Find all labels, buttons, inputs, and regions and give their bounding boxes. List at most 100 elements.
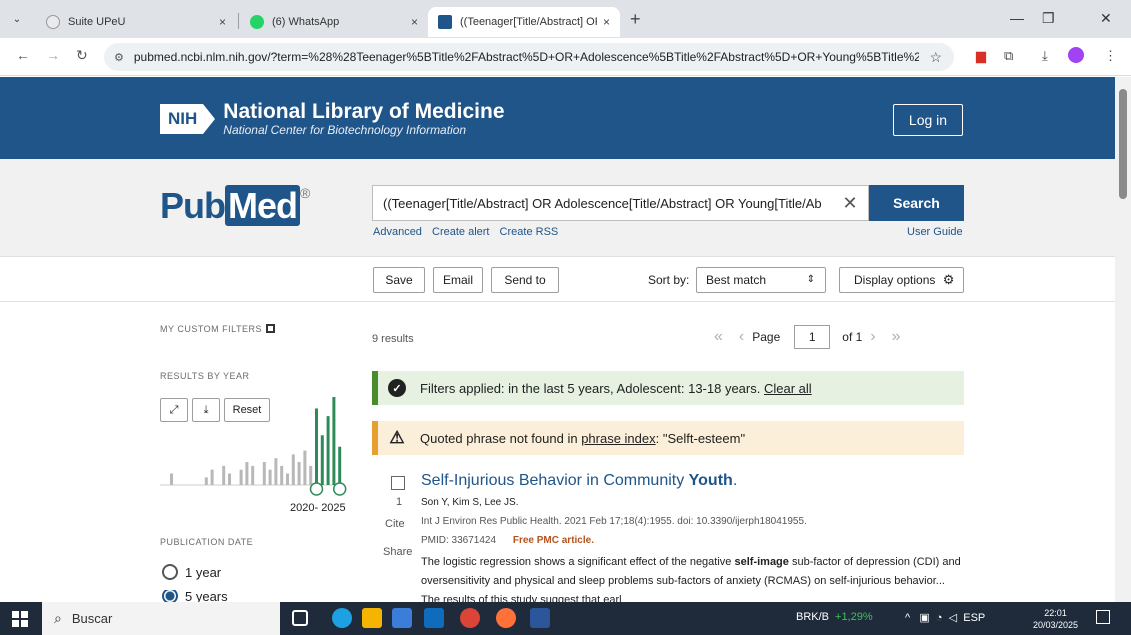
close-icon[interactable]: ×	[411, 15, 418, 29]
chrome-icon[interactable]	[460, 608, 480, 628]
network-icon[interactable]: ◔	[936, 612, 943, 624]
tab-search-icon[interactable]: ⌄	[8, 11, 26, 29]
histogram-bar[interactable]	[286, 473, 289, 485]
user-guide-link[interactable]: User Guide	[907, 226, 963, 238]
clock[interactable]: 22:01 20/03/2025	[1033, 607, 1078, 631]
histogram-bar[interactable]	[245, 462, 249, 485]
minimize-icon[interactable]: —	[1010, 10, 1024, 26]
page-number-input[interactable]: 1	[794, 325, 831, 349]
histogram-bar[interactable]	[262, 462, 266, 485]
histogram-bar[interactable]	[320, 435, 324, 485]
tab-pubmed[interactable]: ((Teenager[Title/Abstract] OR A ×	[428, 7, 620, 37]
word-icon[interactable]	[530, 608, 550, 628]
forward-icon[interactable]: →	[46, 47, 60, 63]
histogram-bar[interactable]	[280, 465, 284, 485]
login-button[interactable]: Log in	[893, 104, 963, 136]
send-to-button[interactable]: Send to	[491, 267, 559, 293]
notification-icon[interactable]	[1096, 610, 1110, 624]
year-range-handle[interactable]	[309, 482, 324, 496]
outlook-icon[interactable]	[424, 608, 444, 628]
histogram-bar[interactable]	[315, 408, 318, 485]
download-icon[interactable]: ⤓	[1042, 48, 1048, 64]
input-language[interactable]: ESP	[963, 612, 985, 624]
back-icon[interactable]: ←	[16, 47, 30, 63]
previous-page-icon[interactable]: ‹	[739, 328, 744, 346]
first-page-icon[interactable]: «	[714, 328, 723, 346]
create-alert-link[interactable]: Create alert	[432, 226, 489, 238]
browser-menu-icon[interactable]: ⋮	[1104, 48, 1117, 64]
site-settings-icon[interactable]: ⚙	[114, 51, 124, 64]
save-button[interactable]: Save	[373, 267, 425, 293]
clear-search-icon[interactable]: ✕	[832, 193, 868, 214]
email-button[interactable]: Email	[433, 267, 483, 293]
address-bar[interactable]: ⚙ pubmed.ncbi.nlm.nih.gov/?term=%28%28Te…	[104, 43, 954, 71]
histogram-bar[interactable]	[239, 469, 243, 485]
histogram-bar[interactable]	[326, 416, 330, 485]
histogram-bar[interactable]	[228, 473, 231, 485]
restore-icon[interactable]: ❐	[1042, 10, 1055, 27]
volume-icon[interactable]: ◁	[949, 612, 957, 624]
radio-button-selected[interactable]	[162, 590, 178, 602]
windows-start-icon[interactable]	[12, 611, 28, 627]
page-scrollbar[interactable]	[1115, 77, 1131, 602]
histogram-bar[interactable]	[291, 454, 295, 485]
histogram-bar[interactable]	[222, 465, 226, 485]
scrollbar-thumb[interactable]	[1119, 89, 1127, 199]
histogram-bar[interactable]	[338, 446, 342, 485]
store-icon[interactable]	[392, 608, 412, 628]
my-custom-filters[interactable]: MY CUSTOM FILTERS	[160, 324, 276, 334]
new-tab-button[interactable]: +	[630, 9, 641, 30]
histogram-bar[interactable]	[309, 465, 313, 485]
next-page-icon[interactable]: ›	[870, 328, 875, 346]
date-option-5-years[interactable]: 5 years	[162, 590, 228, 602]
histogram-bar[interactable]	[204, 477, 208, 485]
display-options-button[interactable]: Display options ⚙	[839, 267, 964, 293]
histogram-bar[interactable]	[210, 469, 214, 485]
result-checkbox[interactable]	[391, 476, 405, 490]
reload-icon[interactable]: ↻	[76, 47, 88, 64]
cite-button[interactable]: Cite	[385, 518, 405, 530]
phrase-index-link[interactable]: phrase index	[581, 431, 655, 446]
task-view-icon[interactable]	[292, 610, 308, 626]
nih-logo[interactable]: NIH National Library of Medicine Nationa…	[160, 101, 505, 137]
histogram-bar[interactable]	[332, 397, 336, 485]
date-option-1-year[interactable]: 1 year	[162, 564, 221, 580]
url-text[interactable]: pubmed.ncbi.nlm.nih.gov/?term=%28%28Teen…	[134, 50, 920, 64]
histogram-bar[interactable]	[303, 450, 307, 485]
histogram-bar[interactable]	[170, 473, 173, 485]
tab-suite-upeu[interactable]: Suite UPeU ×	[36, 7, 236, 37]
histogram-bar[interactable]	[274, 458, 278, 485]
histogram-bar[interactable]	[251, 465, 255, 485]
profile-avatar[interactable]	[1068, 47, 1084, 63]
tray-chevron-icon[interactable]: ^	[905, 612, 910, 624]
firefox-icon[interactable]	[496, 608, 516, 628]
sort-select[interactable]: Best match ⇕	[696, 267, 826, 293]
clear-all-link[interactable]: Clear all	[764, 381, 812, 396]
result-title-link[interactable]: Self-Injurious Behavior in Community You…	[421, 472, 737, 490]
extensions-puzzle-icon[interactable]: ⧉	[1004, 48, 1013, 64]
stock-ticker[interactable]: BRK/B +1,29%	[796, 611, 873, 623]
advanced-link[interactable]: Advanced	[373, 226, 422, 238]
search-input[interactable]: ((Teenager[Title/Abstract] OR Adolescenc…	[372, 185, 869, 221]
bookmark-star-icon[interactable]: ☆	[929, 49, 942, 66]
tray-app-icon[interactable]: ▣	[919, 612, 929, 624]
file-explorer-icon[interactable]	[362, 608, 382, 628]
create-rss-link[interactable]: Create RSS	[500, 226, 559, 238]
search-button[interactable]: Search	[869, 185, 964, 221]
pubmed-logo[interactable]: PubMed ®	[160, 185, 310, 227]
share-button[interactable]: Share	[383, 546, 412, 558]
system-tray[interactable]: ^ ▣ ◔ ◁ ESP	[905, 611, 985, 624]
window-close-icon[interactable]: ✕	[1100, 10, 1112, 27]
tab-whatsapp[interactable]: (6) WhatsApp ×	[240, 7, 428, 37]
close-icon[interactable]: ×	[219, 15, 226, 29]
histogram-bar[interactable]	[297, 462, 301, 485]
extension-icon[interactable]: ▆	[976, 48, 986, 64]
edge-icon[interactable]	[332, 608, 352, 628]
search-term[interactable]: ((Teenager[Title/Abstract] OR Adolescenc…	[383, 196, 832, 211]
close-icon[interactable]: ×	[603, 15, 610, 29]
histogram-bar[interactable]	[268, 469, 272, 485]
last-page-icon[interactable]: »	[892, 328, 901, 346]
year-range-handle[interactable]	[332, 482, 347, 496]
taskbar-search-input[interactable]: ⌕ Buscar	[42, 602, 280, 635]
results-by-year-histogram[interactable]	[160, 395, 350, 500]
